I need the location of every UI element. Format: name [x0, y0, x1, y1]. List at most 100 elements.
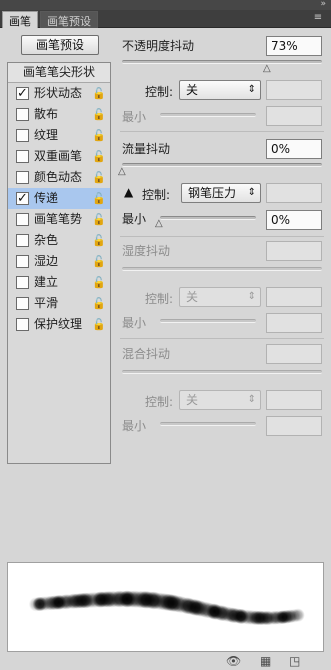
- grid-icon[interactable]: ▦: [260, 654, 271, 668]
- brush-setting-item[interactable]: 建立 🔓: [8, 272, 110, 293]
- brush-dab: [291, 608, 305, 622]
- select-arrow-icon: ⇕: [247, 187, 256, 198]
- brush-setting-item[interactable]: 双重画笔 🔓: [8, 146, 110, 167]
- brush-setting-item[interactable]: ✓ 传递 🔓: [8, 188, 110, 209]
- flow-min-slider-thumb[interactable]: △: [155, 219, 166, 229]
- lock-icon[interactable]: 🔓: [92, 125, 106, 146]
- brush-setting-item[interactable]: 保护纹理 🔓: [8, 314, 110, 335]
- flow-min-slider[interactable]: [160, 216, 256, 220]
- flow-min-label: 最小: [122, 212, 147, 226]
- tab-brush[interactable]: 画笔: [2, 11, 38, 28]
- brush-setting-item[interactable]: 湿边 🔓: [8, 251, 110, 272]
- mix-min-label: 最小: [122, 419, 147, 433]
- brush-setting-label: 纹理: [34, 128, 59, 142]
- lock-icon[interactable]: 🔓: [92, 104, 106, 125]
- lock-icon[interactable]: 🔓: [92, 146, 106, 167]
- section-divider: [120, 236, 324, 237]
- brush-setting-label: 双重画笔: [34, 149, 83, 163]
- wetness-control-select: 关 ⇕: [179, 287, 261, 307]
- brush-setting-label: 形状动态: [34, 86, 83, 100]
- select-arrow-icon: ⇕: [247, 291, 256, 302]
- brush-setting-label: 平滑: [34, 296, 59, 310]
- opacity-min-slider: [160, 113, 256, 117]
- flow-jitter-label: 流量抖动: [122, 142, 171, 156]
- checkbox[interactable]: [16, 276, 29, 289]
- mix-min-input: [266, 416, 322, 436]
- panel-top-strip: »: [0, 0, 331, 10]
- flow-jitter-input[interactable]: 0%: [266, 139, 322, 159]
- brush-setting-item[interactable]: 颜色动态 🔓: [8, 167, 110, 188]
- wetness-min-slider: [160, 319, 256, 323]
- checkbox[interactable]: ✓: [16, 192, 29, 205]
- checkbox[interactable]: [16, 108, 29, 121]
- brush-tip-shape-item[interactable]: 画笔笔尖形状: [8, 63, 110, 83]
- brush-presets-button[interactable]: 画笔预设: [21, 35, 99, 55]
- opacity-jitter-label: 不透明度抖动: [122, 39, 195, 53]
- warning-icon: ▲: [124, 185, 134, 199]
- checkbox[interactable]: [16, 150, 29, 163]
- mix-control-field: [266, 390, 322, 410]
- new-preset-icon[interactable]: ◳: [289, 654, 300, 668]
- brush-setting-label: 颜色动态: [34, 170, 83, 184]
- brush-setting-item[interactable]: 杂色 🔓: [8, 230, 110, 251]
- opacity-jitter-input[interactable]: 73%: [266, 36, 322, 56]
- lock-icon[interactable]: 🔓: [92, 167, 106, 188]
- section-divider: [120, 131, 324, 132]
- checkbox[interactable]: [16, 318, 29, 331]
- brush-setting-label: 湿边: [34, 254, 59, 268]
- opacity-jitter-slider-thumb[interactable]: △: [263, 64, 274, 74]
- brush-stroke-preview: [7, 562, 324, 652]
- brush-setting-item[interactable]: 平滑 🔓: [8, 293, 110, 314]
- checkbox[interactable]: [16, 129, 29, 142]
- section-divider: [120, 338, 324, 339]
- checkbox[interactable]: ✓: [16, 87, 29, 100]
- brush-setting-label: 杂色: [34, 233, 59, 247]
- wetness-jitter-slider: [122, 267, 322, 271]
- flow-jitter-slider-thumb[interactable]: △: [118, 167, 129, 177]
- lock-icon[interactable]: 🔓: [92, 188, 106, 209]
- opacity-control-label: 控制:: [145, 85, 174, 99]
- checkbox[interactable]: [16, 171, 29, 184]
- opacity-min-input: [266, 106, 322, 126]
- wetness-jitter-input: [266, 241, 322, 261]
- brush-setting-label: 建立: [34, 275, 59, 289]
- collapse-icon[interactable]: »: [320, 0, 325, 9]
- panel-menu-icon[interactable]: ≡: [311, 12, 325, 24]
- checkbox[interactable]: [16, 213, 29, 226]
- flow-control-field: [266, 183, 322, 203]
- mix-control-label: 控制:: [145, 395, 174, 409]
- brush-setting-item[interactable]: 纹理 🔓: [8, 125, 110, 146]
- opacity-jitter-slider[interactable]: [122, 60, 322, 64]
- opacity-min-label: 最小: [122, 110, 147, 124]
- checkbox[interactable]: [16, 297, 29, 310]
- tab-brush-presets[interactable]: 画笔预设: [40, 11, 98, 28]
- flow-control-select[interactable]: 钢笔压力 ⇕: [181, 183, 261, 203]
- lock-icon[interactable]: 🔓: [92, 209, 106, 230]
- brush-setting-item[interactable]: 散布 🔓: [8, 104, 110, 125]
- opacity-control-field: [266, 80, 322, 100]
- checkbox[interactable]: [16, 255, 29, 268]
- mix-jitter-slider: [122, 370, 322, 374]
- flow-control-label: 控制:: [142, 188, 171, 202]
- lock-icon[interactable]: 🔓: [92, 230, 106, 251]
- checkbox[interactable]: [16, 234, 29, 247]
- wetness-jitter-label: 湿度抖动: [122, 244, 171, 258]
- brush-setting-item[interactable]: ✓ 形状动态 🔓: [8, 83, 110, 104]
- tab-bar: 画笔 画笔预设 ≡: [0, 10, 331, 28]
- flow-jitter-slider[interactable]: [122, 163, 322, 167]
- lock-icon[interactable]: 🔓: [92, 314, 106, 335]
- lock-icon[interactable]: 🔓: [92, 83, 106, 104]
- brush-settings-list: 画笔笔尖形状 ✓ 形状动态 🔓 散布 🔓 纹理 🔓 双重画笔 🔓 颜色动态 🔓 ✓ 传递 🔓 画笔笔势 🔓 杂色…: [7, 62, 111, 464]
- lock-icon[interactable]: 🔓: [92, 293, 106, 314]
- lock-icon[interactable]: 🔓: [92, 251, 106, 272]
- lock-icon[interactable]: 🔓: [92, 272, 106, 293]
- brush-setting-item[interactable]: 画笔笔势 🔓: [8, 209, 110, 230]
- eye-icon[interactable]: 👁: [226, 654, 241, 668]
- flow-min-input[interactable]: 0%: [266, 210, 322, 230]
- mix-min-slider: [160, 422, 256, 426]
- mix-jitter-label: 混合抖动: [122, 347, 171, 361]
- opacity-control-select[interactable]: 关 ⇕: [179, 80, 261, 100]
- select-arrow-icon: ⇕: [247, 84, 256, 95]
- mix-jitter-input: [266, 344, 322, 364]
- wetness-control-field: [266, 287, 322, 307]
